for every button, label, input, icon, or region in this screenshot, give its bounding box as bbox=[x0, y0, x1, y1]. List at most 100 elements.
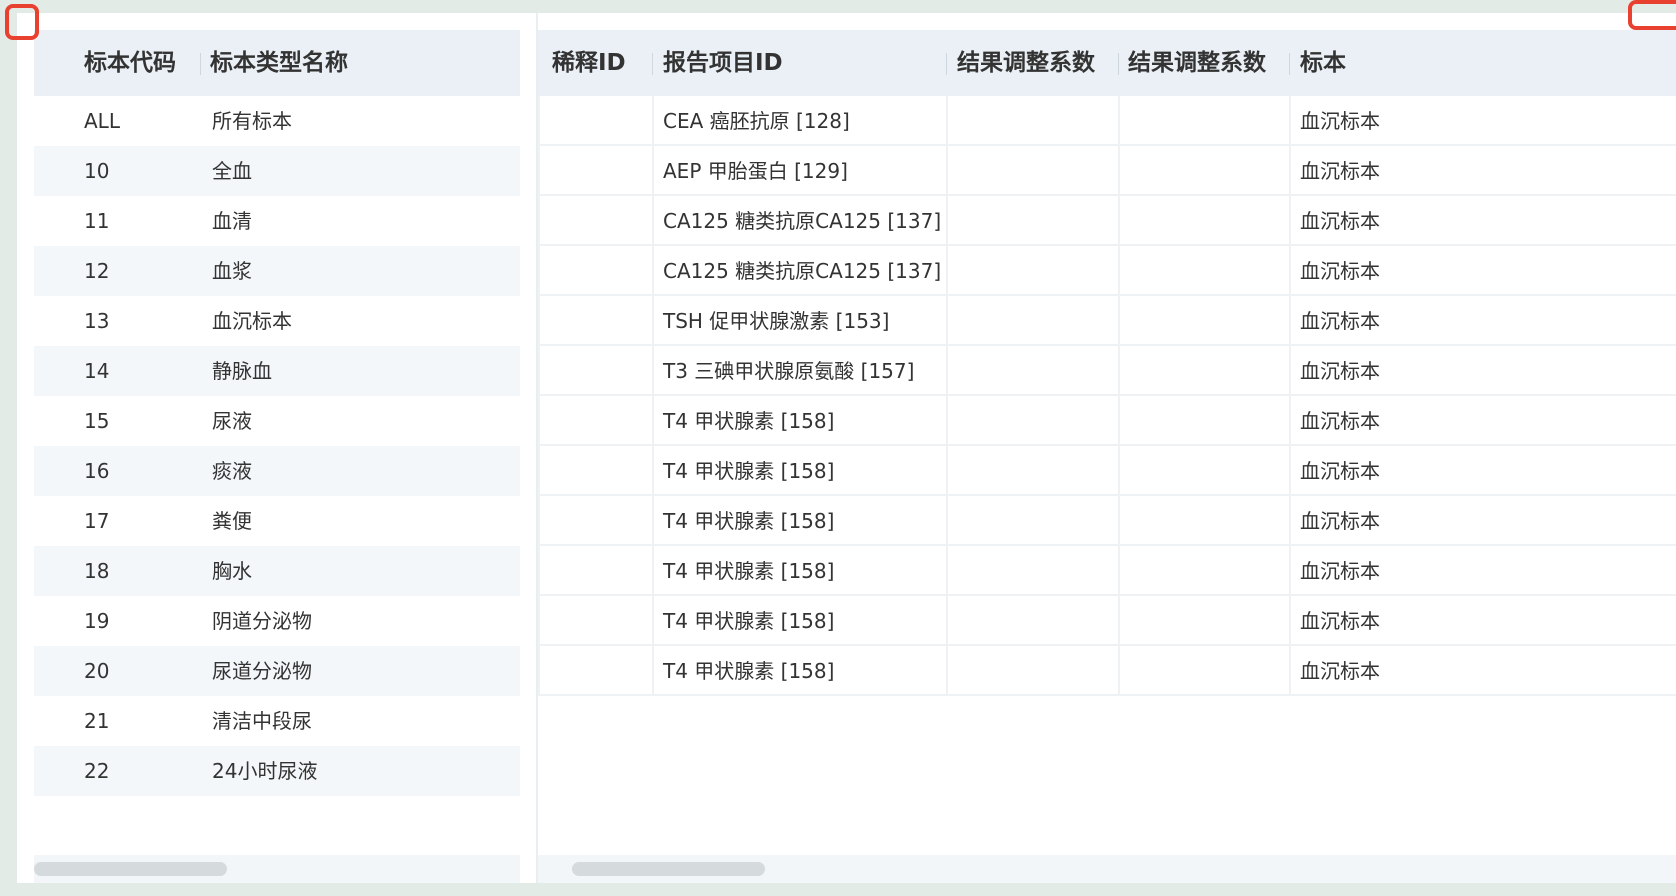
specimen-cell: 血沉标本 bbox=[1300, 409, 1380, 433]
column-divider bbox=[652, 546, 654, 594]
column-divider bbox=[1289, 446, 1291, 494]
specimen-type-panel: 标本代码 标本类型名称 ALL 所有标本 10 全血 11 血清 12 血浆 13 血沉标本 14 静… bbox=[34, 30, 520, 796]
column-divider bbox=[652, 496, 654, 544]
header-specimen-code[interactable]: 标本代码 bbox=[84, 30, 176, 96]
column-divider bbox=[1289, 546, 1291, 594]
specimen-code-cell: 14 bbox=[84, 359, 110, 383]
specimen-code-cell: 11 bbox=[84, 209, 110, 233]
column-divider bbox=[652, 446, 654, 494]
table-row[interactable]: 22 24小时尿液 bbox=[34, 746, 520, 796]
header-result-coef-1[interactable]: 结果调整系数 bbox=[957, 30, 1095, 96]
specimen-table-header: 标本代码 标本类型名称 bbox=[34, 30, 520, 96]
right-scroll-thumb[interactable] bbox=[572, 862, 765, 876]
column-divider bbox=[1289, 646, 1291, 694]
specimen-name-cell: 胸水 bbox=[212, 559, 252, 583]
specimen-name-cell: 粪便 bbox=[212, 509, 252, 533]
header-specimen-name[interactable]: 标本类型名称 bbox=[210, 30, 348, 96]
table-row[interactable]: 14 静脉血 bbox=[34, 346, 520, 396]
column-divider bbox=[1289, 96, 1291, 144]
report-item-cell: T4 甲状腺素 [158] bbox=[663, 509, 835, 533]
table-row[interactable]: 11 血清 bbox=[34, 196, 520, 246]
column-divider bbox=[1289, 596, 1291, 644]
header-specimen[interactable]: 标本 bbox=[1300, 30, 1346, 96]
right-horizontal-scrollbar[interactable] bbox=[538, 855, 1676, 883]
specimen-name-cell: 24小时尿液 bbox=[212, 759, 318, 783]
header-separator[interactable] bbox=[946, 53, 947, 75]
table-row[interactable]: AEP 甲胎蛋白 [129] 血沉标本 bbox=[540, 146, 1676, 196]
report-item-cell: T4 甲状腺素 [158] bbox=[663, 559, 835, 583]
report-item-cell: AEP 甲胎蛋白 [129] bbox=[663, 159, 848, 183]
column-divider bbox=[652, 246, 654, 294]
table-row[interactable]: T4 甲状腺素 [158] 血沉标本 bbox=[540, 446, 1676, 496]
specimen-code-cell: 20 bbox=[84, 659, 110, 683]
table-row[interactable]: 19 阴道分泌物 bbox=[34, 596, 520, 646]
header-separator[interactable] bbox=[200, 53, 201, 75]
table-row[interactable]: 13 血沉标本 bbox=[34, 296, 520, 346]
table-row[interactable]: 17 粪便 bbox=[34, 496, 520, 546]
column-divider bbox=[652, 146, 654, 194]
specimen-cell: 血沉标本 bbox=[1300, 559, 1380, 583]
column-divider bbox=[946, 546, 948, 594]
table-row[interactable]: 21 清洁中段尿 bbox=[34, 696, 520, 746]
column-divider bbox=[946, 646, 948, 694]
report-item-cell: CEA 癌胚抗原 [128] bbox=[663, 109, 850, 133]
column-divider bbox=[652, 296, 654, 344]
column-divider bbox=[1289, 496, 1291, 544]
header-result-coef-2[interactable]: 结果调整系数 bbox=[1128, 30, 1266, 96]
specimen-cell: 血沉标本 bbox=[1300, 509, 1380, 533]
table-row[interactable]: 15 尿液 bbox=[34, 396, 520, 446]
column-divider bbox=[1118, 346, 1120, 394]
table-row[interactable]: T4 甲状腺素 [158] 血沉标本 bbox=[540, 496, 1676, 546]
specimen-code-cell: 17 bbox=[84, 509, 110, 533]
specimen-code-cell: 12 bbox=[84, 259, 110, 283]
table-row[interactable]: T4 甲状腺素 [158] 血沉标本 bbox=[540, 646, 1676, 696]
report-table-body: CEA 癌胚抗原 [128] 血沉标本 AEP 甲胎蛋白 [129] 血沉标本 CA12… bbox=[538, 96, 1676, 696]
table-row[interactable]: CA125 糖类抗原CA125 [137] 血沉标本 bbox=[540, 196, 1676, 246]
specimen-name-cell: 所有标本 bbox=[212, 109, 292, 133]
table-row[interactable]: T3 三碘甲状腺原氨酸 [157] 血沉标本 bbox=[540, 346, 1676, 396]
report-item-cell: T4 甲状腺素 [158] bbox=[663, 609, 835, 633]
table-row[interactable]: 18 胸水 bbox=[34, 546, 520, 596]
table-row[interactable]: T4 甲状腺素 [158] 血沉标本 bbox=[540, 546, 1676, 596]
specimen-name-cell: 尿道分泌物 bbox=[212, 659, 312, 683]
column-divider bbox=[652, 596, 654, 644]
highlight-marker bbox=[5, 4, 39, 40]
left-scroll-thumb[interactable] bbox=[34, 862, 227, 876]
specimen-cell: 血沉标本 bbox=[1300, 159, 1380, 183]
report-item-cell: T3 三碘甲状腺原氨酸 [157] bbox=[663, 359, 915, 383]
specimen-name-cell: 血清 bbox=[212, 209, 252, 233]
header-dilution-id[interactable]: 稀释ID bbox=[552, 30, 626, 96]
table-row[interactable]: 10 全血 bbox=[34, 146, 520, 196]
table-row[interactable]: 12 血浆 bbox=[34, 246, 520, 296]
column-divider bbox=[946, 596, 948, 644]
specimen-name-cell: 阴道分泌物 bbox=[212, 609, 312, 633]
report-item-cell: T4 甲状腺素 [158] bbox=[663, 459, 835, 483]
table-row[interactable]: T4 甲状腺素 [158] 血沉标本 bbox=[540, 396, 1676, 446]
report-item-cell: T4 甲状腺素 [158] bbox=[663, 409, 835, 433]
left-horizontal-scrollbar[interactable] bbox=[34, 855, 520, 883]
column-divider bbox=[1289, 196, 1291, 244]
header-separator[interactable] bbox=[1118, 53, 1119, 75]
table-row[interactable]: CA125 糖类抗原CA125 [137] 血沉标本 bbox=[540, 246, 1676, 296]
report-table-header: 稀释ID 报告项目ID 结果调整系数 结果调整系数 标本 bbox=[538, 30, 1676, 96]
column-divider bbox=[1118, 296, 1120, 344]
table-row[interactable]: 20 尿道分泌物 bbox=[34, 646, 520, 696]
column-divider bbox=[1289, 396, 1291, 444]
column-divider bbox=[1289, 146, 1291, 194]
column-divider bbox=[1289, 346, 1291, 394]
column-divider bbox=[1118, 596, 1120, 644]
header-separator[interactable] bbox=[1289, 53, 1290, 75]
table-row[interactable]: 16 痰液 bbox=[34, 446, 520, 496]
header-separator[interactable] bbox=[652, 53, 653, 75]
column-divider bbox=[946, 496, 948, 544]
table-row[interactable]: CEA 癌胚抗原 [128] 血沉标本 bbox=[540, 96, 1676, 146]
table-row[interactable]: ALL 所有标本 bbox=[34, 96, 520, 146]
column-divider bbox=[1118, 196, 1120, 244]
specimen-cell: 血沉标本 bbox=[1300, 659, 1380, 683]
table-row[interactable]: T4 甲状腺素 [158] 血沉标本 bbox=[540, 596, 1676, 646]
specimen-cell: 血沉标本 bbox=[1300, 209, 1380, 233]
specimen-name-cell: 尿液 bbox=[212, 409, 252, 433]
table-row[interactable]: TSH 促甲状腺激素 [153] 血沉标本 bbox=[540, 296, 1676, 346]
header-report-item-id[interactable]: 报告项目ID bbox=[663, 30, 783, 96]
column-divider bbox=[946, 246, 948, 294]
